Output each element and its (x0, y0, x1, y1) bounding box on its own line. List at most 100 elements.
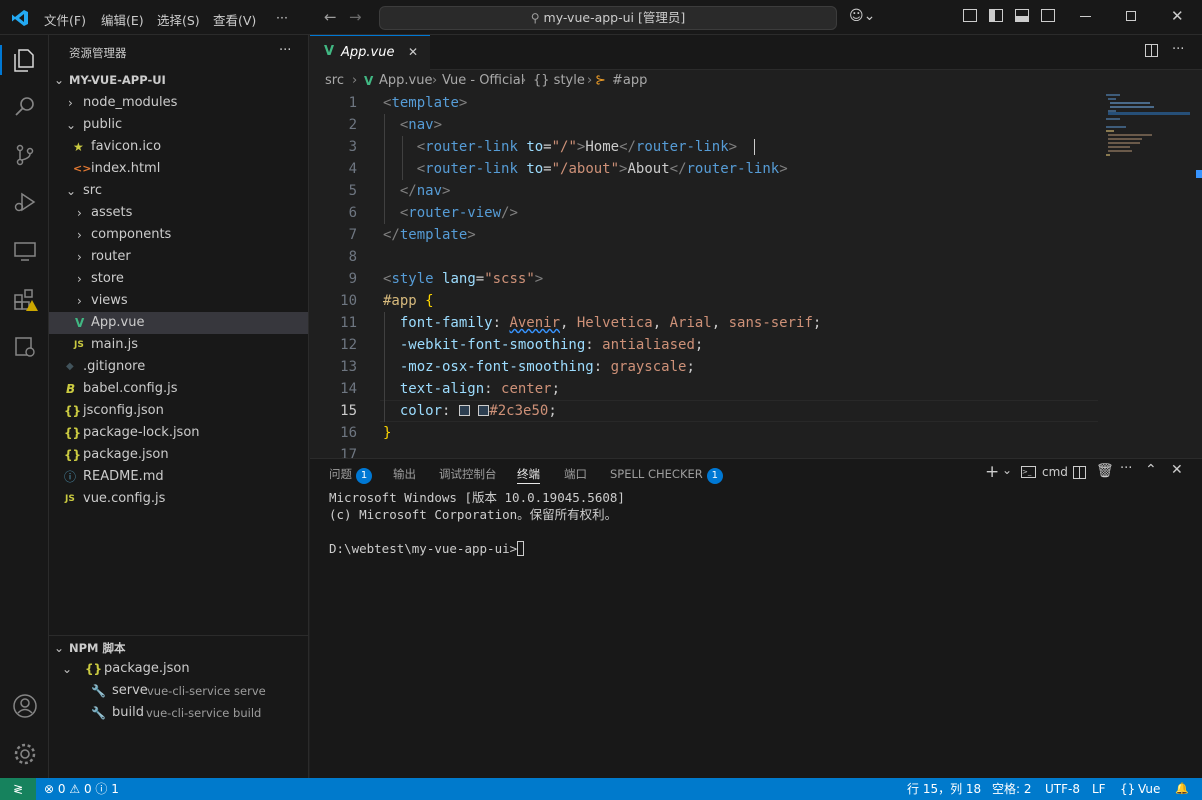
close-window-icon[interactable]: ✕ (1171, 7, 1184, 25)
npm-scripts-header[interactable]: ⌄ NPM 脚本 (49, 637, 308, 659)
maximize-icon[interactable] (1126, 11, 1136, 21)
trash-icon[interactable]: 🗑 (1096, 463, 1114, 479)
npm-package-label: package.json (104, 661, 190, 676)
breadcrumb-language[interactable]: Vue - Official (442, 70, 524, 92)
run-debug-icon[interactable] (13, 190, 37, 214)
breadcrumb-selector[interactable]: #app (612, 70, 647, 92)
back-arrow-icon[interactable]: ← (324, 8, 337, 26)
tree-file-jsconfig[interactable]: {} jsconfig.json (49, 400, 308, 422)
tab-app-vue[interactable]: V App.vue ✕ (310, 35, 430, 70)
tab-problems[interactable]: 问题 1 (329, 464, 372, 484)
project-header[interactable]: ⌄ MY-VUE-APP-UI (49, 69, 308, 91)
tree-file-app-vue[interactable]: V App.vue (49, 312, 308, 334)
line-number: 2 (348, 117, 357, 133)
terminal-prompt[interactable]: D:\webtest\my-vue-app-ui> (329, 540, 525, 557)
chevron-down-icon: ⌄ (66, 184, 77, 198)
json-icon: {} (64, 404, 82, 418)
tree-file-readme[interactable]: ⓘ README.md (49, 466, 308, 488)
breadcrumb-src[interactable]: src (325, 70, 344, 92)
indentation[interactable]: 空格: 2 (992, 778, 1032, 800)
tree-file-package-json[interactable]: {} package.json (49, 444, 308, 466)
close-panel-icon[interactable]: ✕ (1171, 462, 1183, 478)
breadcrumb-separator: › (587, 73, 593, 88)
source-control-icon[interactable] (13, 143, 37, 167)
tree-folder-public[interactable]: ⌄ public (49, 114, 308, 136)
split-terminal-icon[interactable] (1073, 466, 1086, 479)
code-line: <nav> (399, 117, 443, 133)
breadcrumb-separator: › (432, 73, 438, 88)
tab-spell-checker[interactable]: SPELL CHECKER 1 (610, 464, 723, 484)
remote-indicator[interactable]: ≷ (0, 778, 36, 800)
settings-gear-icon[interactable] (12, 741, 38, 767)
tree-file-gitignore[interactable]: ◆ .gitignore (49, 356, 308, 378)
minimap[interactable] (1104, 92, 1190, 458)
breadcrumb-file[interactable]: App.vue (379, 70, 432, 92)
chevron-right-icon: › (68, 96, 73, 110)
maximize-panel-icon[interactable]: ⌃ (1145, 462, 1157, 478)
testing-icon[interactable] (13, 335, 37, 359)
tab-ports[interactable]: 端口 (564, 464, 587, 484)
tree-folder-store[interactable]: › store (49, 268, 308, 290)
tree-folder-views[interactable]: › views (49, 290, 308, 312)
menu-view[interactable]: 查看(V) (213, 10, 256, 29)
tab-terminal[interactable]: 终端 (517, 464, 540, 484)
tab-output[interactable]: 输出 (393, 464, 416, 484)
encoding[interactable]: UTF-8 (1045, 778, 1080, 800)
toggle-secondary-sidebar-icon[interactable] (1041, 9, 1055, 22)
notifications-bell-icon[interactable]: 🔔 (1175, 778, 1189, 800)
npm-script-cmd: vue-cli-service build (146, 706, 262, 720)
tree-file-package-lock[interactable]: {} package-lock.json (49, 422, 308, 444)
menu-file[interactable]: 文件(F) (44, 10, 86, 29)
close-tab-icon[interactable]: ✕ (408, 45, 418, 59)
line-number: 1 (348, 95, 357, 111)
toggle-primary-sidebar-icon[interactable] (989, 9, 1003, 22)
tree-file-vue-config[interactable]: JS vue.config.js (49, 488, 308, 510)
chevron-right-icon: › (77, 206, 82, 220)
panel-more-button[interactable]: ··· (1120, 461, 1132, 476)
menu-more[interactable]: ··· (276, 10, 288, 25)
accounts-icon[interactable] (12, 693, 38, 719)
tree-file-main-js[interactable]: JS main.js (49, 334, 308, 356)
editor-more-button[interactable]: ··· (1172, 42, 1184, 57)
tree-file-babel-config[interactable]: Bbabel.config.js (49, 378, 308, 400)
tab-debug-console[interactable]: 调试控制台 (439, 464, 497, 484)
customize-layout-icon[interactable] (963, 9, 977, 22)
code-line: <template> (383, 95, 468, 111)
toggle-panel-icon[interactable] (1015, 9, 1029, 22)
npm-script-serve[interactable]: 🔧 serve vue-cli-service serve (49, 680, 308, 702)
tree-folder-components[interactable]: › components (49, 224, 308, 246)
split-editor-icon[interactable] (1145, 44, 1158, 57)
extensions-icon[interactable] (13, 287, 39, 313)
npm-package[interactable]: ⌄ {} package.json (49, 658, 308, 680)
tree-folder-node-modules[interactable]: › node_modules (49, 92, 308, 114)
menu-edit[interactable]: 编辑(E) (101, 10, 144, 29)
tree-label: .gitignore (83, 359, 146, 374)
tree-label: public (83, 117, 123, 132)
explorer-icon[interactable] (13, 47, 37, 73)
terminal-shell-label[interactable]: cmd (1042, 465, 1068, 479)
breadcrumb-style[interactable]: {} style (533, 70, 585, 92)
tree-folder-assets[interactable]: › assets (49, 202, 308, 224)
js-icon: JS (74, 340, 84, 350)
tree-file-index-html[interactable]: <> index.html (49, 158, 308, 180)
menu-selection[interactable]: 选择(S) (157, 10, 200, 29)
remote-explorer-icon[interactable] (13, 239, 37, 263)
tree-file-favicon[interactable]: ★ favicon.ico (49, 136, 308, 158)
eol[interactable]: LF (1092, 778, 1106, 800)
tree-folder-router[interactable]: › router (49, 246, 308, 268)
forward-arrow-icon[interactable]: → (349, 8, 362, 26)
line-number: 12 (340, 337, 357, 353)
chevron-down-icon[interactable]: ⌄ (1002, 463, 1012, 477)
npm-script-build[interactable]: 🔧 build vue-cli-service build (49, 702, 308, 724)
editor-tab-bar (310, 35, 1202, 70)
new-terminal-icon[interactable]: + (985, 462, 999, 482)
search-icon[interactable] (13, 95, 37, 119)
command-center[interactable]: ⚲ my-vue-app-ui [管理员] (379, 6, 837, 30)
tree-folder-src[interactable]: ⌄ src (49, 180, 308, 202)
problems-status[interactable]: ⊗ 0 ⚠ 0 ⓘ 1 (44, 778, 119, 800)
language-mode[interactable]: Vue (1138, 778, 1160, 800)
explorer-more-button[interactable]: ··· (279, 43, 291, 58)
minimize-icon[interactable] (1080, 16, 1091, 17)
copilot-icon[interactable]: ☺⌄ (849, 8, 875, 24)
cursor-position[interactable]: 行 15，列 18 (907, 778, 981, 800)
